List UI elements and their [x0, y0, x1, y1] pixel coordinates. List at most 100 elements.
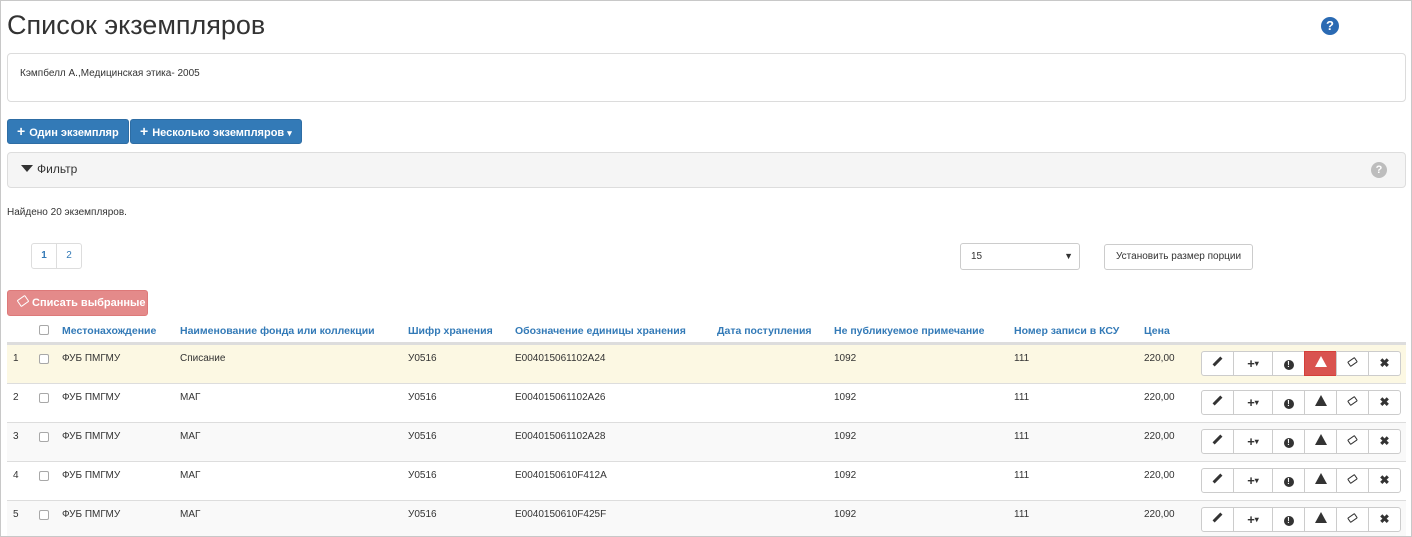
help-icon[interactable]: ?: [1321, 17, 1339, 35]
delete-button[interactable]: ✖: [1368, 429, 1401, 454]
eraser-icon: [1347, 512, 1358, 524]
add-dropdown-button[interactable]: +▾: [1233, 351, 1273, 376]
set-page-size-button[interactable]: Установить размер порции: [1104, 244, 1254, 270]
cell-note: 1092: [834, 353, 857, 364]
column-header-price[interactable]: Цена: [1144, 325, 1170, 337]
eraser-icon: [1347, 395, 1358, 407]
cell-note: 1092: [834, 509, 857, 520]
warning-icon: [1314, 473, 1327, 484]
info-icon: !: [1283, 477, 1294, 487]
write-off-selected-button[interactable]: Списать выбранные: [7, 290, 148, 316]
results-count: Найдено 20 экземпляров.: [7, 207, 127, 218]
info-button[interactable]: !: [1272, 429, 1305, 454]
cell-fund: МАГ: [180, 470, 201, 481]
column-header-location[interactable]: Местонахождение: [62, 325, 156, 337]
column-header-date[interactable]: Дата поступления: [717, 325, 812, 337]
table-body: 1 ФУБ ПМГМУ Списание У0516 E004015061102A24 1…: [7, 344, 1406, 536]
info-icon: !: [1283, 516, 1294, 526]
book-info-panel: Кэмпбелл А.,Медицинская этика- 2005: [7, 53, 1406, 102]
plus-dropdown-icon: +▾: [1247, 473, 1259, 488]
delete-button[interactable]: ✖: [1368, 507, 1401, 532]
delete-button[interactable]: ✖: [1368, 351, 1401, 376]
cell-shelfmark: У0516: [408, 431, 437, 442]
column-header-ksu[interactable]: Номер записи в КСУ: [1014, 325, 1119, 337]
select-all-checkbox[interactable]: [39, 325, 49, 335]
cell-location: ФУБ ПМГМУ: [62, 392, 121, 403]
write-off-button[interactable]: [1336, 390, 1369, 415]
column-header-fund[interactable]: Наименование фонда или коллекции: [180, 325, 375, 337]
edit-button[interactable]: [1201, 390, 1234, 415]
close-icon: ✖: [1379, 512, 1390, 526]
info-button[interactable]: !: [1272, 351, 1305, 376]
chevron-down-icon: ▼: [1064, 251, 1073, 261]
row-checkbox[interactable]: [39, 354, 49, 364]
info-button[interactable]: !: [1272, 468, 1305, 493]
add-dropdown-button[interactable]: +▾: [1233, 390, 1273, 415]
info-button[interactable]: !: [1272, 507, 1305, 532]
cell-unit: E0040150610F412A: [515, 470, 607, 481]
plus-icon: +: [17, 123, 26, 139]
page-link-1[interactable]: 1: [31, 243, 57, 269]
info-button[interactable]: !: [1272, 390, 1305, 415]
add-dropdown-button[interactable]: +▾: [1233, 429, 1273, 454]
table-row: 1 ФУБ ПМГМУ Списание У0516 E004015061102A24 1…: [7, 344, 1406, 383]
edit-button[interactable]: [1201, 468, 1234, 493]
filter-help-icon[interactable]: ?: [1371, 162, 1387, 178]
warning-button[interactable]: [1304, 468, 1337, 493]
warning-button[interactable]: [1304, 390, 1337, 415]
warning-icon: [1314, 512, 1327, 523]
cell-n: 4: [13, 470, 19, 481]
chevron-down-icon: ▾: [287, 128, 292, 138]
cell-note: 1092: [834, 392, 857, 403]
add-multiple-copies-button[interactable]: + Несколько экземпляров ▾: [130, 119, 302, 144]
cell-n: 1: [13, 353, 19, 364]
pencil-icon: [1212, 434, 1223, 445]
cell-price: 220,00: [1144, 509, 1175, 520]
book-description: Кэмпбелл А.,Медицинская этика- 2005: [20, 68, 200, 79]
close-icon: ✖: [1379, 356, 1390, 370]
cell-unit: E004015061102A28: [515, 431, 606, 442]
row-checkbox[interactable]: [39, 510, 49, 520]
write-off-button[interactable]: [1336, 429, 1369, 454]
column-header-note[interactable]: Не публикуемое примечание: [834, 325, 984, 337]
add-dropdown-button[interactable]: +▾: [1233, 468, 1273, 493]
plus-dropdown-icon: +▾: [1247, 395, 1259, 410]
cell-price: 220,00: [1144, 353, 1175, 364]
edit-button[interactable]: [1201, 351, 1234, 376]
edit-button[interactable]: [1201, 507, 1234, 532]
add-single-copy-button[interactable]: + Один экземпляр: [7, 119, 129, 144]
warning-button[interactable]: [1304, 507, 1337, 532]
warning-icon: [1314, 395, 1327, 406]
edit-button[interactable]: [1201, 429, 1234, 454]
row-actions: +▾! ✖: [1201, 390, 1401, 415]
cell-shelfmark: У0516: [408, 509, 437, 520]
column-header-shelfmark[interactable]: Шифр хранения: [408, 325, 493, 337]
page-link-2[interactable]: 2: [56, 243, 82, 269]
write-off-button[interactable]: [1336, 507, 1369, 532]
close-icon: ✖: [1379, 473, 1390, 487]
row-actions: +▾! ✖: [1201, 507, 1401, 532]
row-checkbox[interactable]: [39, 471, 49, 481]
cell-ksu: 111: [1014, 431, 1030, 442]
pencil-icon: [1212, 395, 1223, 406]
write-off-button[interactable]: [1336, 351, 1369, 376]
delete-button[interactable]: ✖: [1368, 390, 1401, 415]
close-icon: ✖: [1379, 434, 1390, 448]
eraser-icon: [16, 294, 30, 308]
page-size-select[interactable]: 15 ▼: [960, 243, 1080, 270]
write-off-button[interactable]: [1336, 468, 1369, 493]
warning-button[interactable]: [1304, 351, 1337, 376]
cell-price: 220,00: [1144, 431, 1175, 442]
delete-button[interactable]: ✖: [1368, 468, 1401, 493]
filter-toggle[interactable]: Фильтр: [21, 162, 77, 176]
column-header-unit[interactable]: Обозначение единицы хранения: [515, 325, 686, 337]
caret-down-icon: [21, 165, 33, 172]
cell-note: 1092: [834, 431, 857, 442]
cell-location: ФУБ ПМГМУ: [62, 470, 121, 481]
table-row: 4 ФУБ ПМГМУ МАГ У0516 E0040150610F412A 1092 11…: [7, 461, 1406, 500]
warning-button[interactable]: [1304, 429, 1337, 454]
row-checkbox[interactable]: [39, 393, 49, 403]
add-dropdown-button[interactable]: +▾: [1233, 507, 1273, 532]
eraser-icon: [1347, 473, 1358, 485]
row-checkbox[interactable]: [39, 432, 49, 442]
